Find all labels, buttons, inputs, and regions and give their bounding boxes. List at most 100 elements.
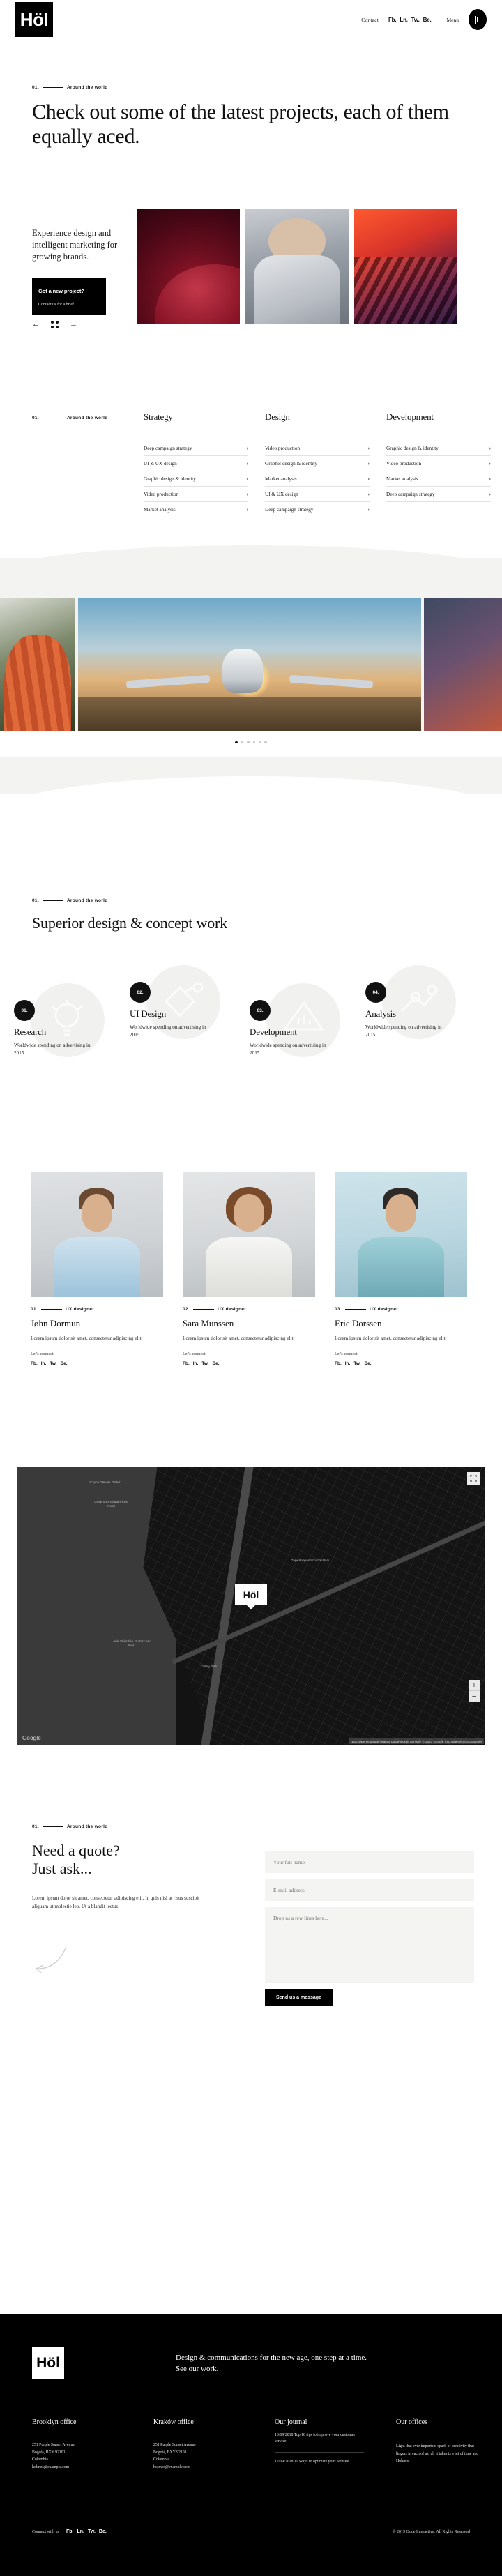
- team-member-connect-label: Let's connect: [335, 1351, 358, 1356]
- zoom-in-button[interactable]: +: [469, 1680, 480, 1691]
- social-be[interactable]: Be.: [364, 1361, 371, 1366]
- contact-form[interactable]: Send us a message: [265, 1851, 474, 2006]
- service-item[interactable]: UI & UX design ›: [144, 456, 248, 471]
- service-item[interactable]: Deep campaign strategy ›: [144, 441, 248, 456]
- social-tw[interactable]: Tw.: [411, 17, 420, 23]
- footer-office-krakow: Kraków office 251 Purple Sunset Avenue B…: [153, 2418, 243, 2471]
- pagination-dot[interactable]: [252, 741, 255, 744]
- social-fb[interactable]: Fb.: [66, 2529, 74, 2534]
- map-zoom-controls[interactable]: + −: [469, 1680, 480, 1702]
- service-item[interactable]: Video production ›: [265, 441, 370, 456]
- full-name-input[interactable]: [265, 1851, 474, 1873]
- quote-eyebrow-number: 01.: [32, 1824, 39, 1829]
- see-our-work-link[interactable]: See our work.: [176, 2365, 218, 2373]
- logo[interactable]: Höl: [15, 2, 53, 37]
- social-in[interactable]: In.: [41, 1361, 47, 1366]
- social-tw[interactable]: Tw.: [88, 2529, 96, 2534]
- team-member-meta: 03. UX designer Eric Dorssen Lorem ipsum…: [335, 1307, 467, 1366]
- service-item-label: Market analysis: [386, 476, 418, 482]
- service-column-strategy: Strategy Deep campaign strategy › UI & UX…: [144, 411, 248, 517]
- team-member-bio: Lorem ipsum dolor sit amet, consectetur …: [31, 1335, 143, 1341]
- service-item[interactable]: Market analysis ›: [386, 471, 491, 487]
- slider-caption-block: Experience design and intelligent market…: [32, 227, 137, 315]
- step-text: Worldwide spending on advertising in 201…: [365, 1024, 442, 1038]
- social-fb[interactable]: Fb.: [388, 17, 397, 23]
- service-item[interactable]: Graphic design & identity ›: [144, 471, 248, 487]
- footer-logo[interactable]: Höl: [32, 2347, 64, 2379]
- service-item[interactable]: Graphic design & identity ›: [265, 456, 370, 471]
- step-text: Worldwide spending on advertising in 201…: [14, 1043, 91, 1056]
- map-label: остров Пикник Пойнт: [89, 1480, 121, 1484]
- pagination-dot[interactable]: [235, 741, 238, 744]
- social-fb[interactable]: Fb.: [183, 1361, 190, 1366]
- pagination-dot[interactable]: [241, 741, 244, 744]
- slide-thumbnail[interactable]: [354, 209, 457, 324]
- zoom-out-button[interactable]: −: [469, 1691, 480, 1702]
- fullscreen-icon[interactable]: [467, 1472, 480, 1485]
- slider-slides: [137, 209, 457, 324]
- service-item[interactable]: Video production ›: [386, 456, 491, 471]
- message-textarea[interactable]: [265, 1907, 474, 1983]
- step-title: Development: [250, 1026, 297, 1037]
- arrow-right-icon[interactable]: →: [70, 321, 77, 328]
- service-item-label: Video production: [386, 460, 422, 467]
- new-project-button[interactable]: Got a new project? Contact us for a brie…: [32, 278, 106, 315]
- social-fb[interactable]: Fb.: [31, 1361, 38, 1366]
- social-tw[interactable]: Tw.: [50, 1361, 56, 1366]
- hamburger-icon[interactable]: [469, 9, 487, 30]
- concept-section: 01. Around the world Superior design & c…: [32, 898, 478, 932]
- social-ln[interactable]: Ln.: [77, 2529, 85, 2534]
- process-step: 03. Development Worldwide spending on ad…: [250, 983, 361, 1057]
- map-credits[interactable]: Быстрые клавиши | Картографические данны…: [349, 1738, 484, 1744]
- social-be[interactable]: Be.: [212, 1361, 219, 1366]
- footer-tagline-block: Design & communications for the new age,…: [176, 2352, 367, 2375]
- menu-label[interactable]: Menu: [447, 17, 459, 23]
- pagination-dot[interactable]: [247, 741, 250, 744]
- service-item[interactable]: Deep campaign strategy ›: [386, 487, 491, 502]
- quote-heading-line2: Just ask...: [32, 1860, 92, 1878]
- journal-item[interactable]: 10/09/2018 Top 10 tips to improve your c…: [275, 2426, 364, 2452]
- gallery-slide-right[interactable]: [424, 598, 502, 731]
- service-item-label: Graphic design & identity: [144, 476, 196, 482]
- social-in[interactable]: In.: [193, 1361, 199, 1366]
- service-item-label: UI & UX design: [265, 491, 298, 497]
- cta-title: Got a new project?: [38, 287, 84, 294]
- send-message-button[interactable]: Send us a message: [265, 1989, 333, 2006]
- social-fb[interactable]: Fb.: [335, 1361, 342, 1366]
- service-item[interactable]: Graphic design & identity ›: [386, 441, 491, 456]
- service-item-label: Graphic design & identity: [265, 460, 317, 467]
- social-be[interactable]: Be.: [423, 17, 432, 23]
- email-input[interactable]: [265, 1879, 474, 1901]
- service-item[interactable]: Market analysis ›: [144, 502, 248, 517]
- gallery-slide-left[interactable]: [0, 598, 75, 731]
- gallery-slide-main[interactable]: [78, 598, 421, 731]
- social-in[interactable]: In.: [345, 1361, 351, 1366]
- slide-thumbnail[interactable]: [245, 209, 349, 324]
- service-item-label: UI & UX design: [144, 460, 177, 467]
- header-contact-link[interactable]: Contact: [361, 17, 379, 23]
- team-member-socials: Fb. In. Tw. Be.: [335, 1361, 467, 1366]
- pagination-dot[interactable]: [264, 741, 267, 744]
- pagination-dot[interactable]: [258, 741, 261, 744]
- team-member-name: Eric Dorssen: [335, 1318, 382, 1328]
- social-ln[interactable]: Ln.: [400, 17, 408, 23]
- social-be[interactable]: Be.: [60, 1361, 67, 1366]
- service-item[interactable]: Video production ›: [144, 487, 248, 502]
- grid-icon[interactable]: [51, 321, 59, 328]
- team-member-eyebrow: 02. UX designer: [183, 1307, 315, 1312]
- journal-item[interactable]: 12/09/2018 11 Ways to optimize your webs…: [275, 2453, 364, 2471]
- arrow-left-icon[interactable]: ←: [32, 321, 40, 328]
- map-marker[interactable]: Höl: [235, 1584, 267, 1605]
- social-tw[interactable]: Tw.: [353, 1361, 360, 1366]
- social-be[interactable]: Be.: [99, 2529, 107, 2534]
- location-map[interactable]: остров Пикник Пойнт Governors Island Pic…: [17, 1467, 485, 1745]
- service-item-label: Video production: [144, 491, 179, 497]
- social-tw[interactable]: Tw.: [201, 1361, 208, 1366]
- service-item[interactable]: Market analysis ›: [265, 471, 370, 487]
- service-item[interactable]: Deep campaign strategy ›: [265, 502, 370, 517]
- slide-thumbnail[interactable]: [137, 209, 240, 324]
- footer-offices-note: Our offices Light that ever important sp…: [396, 2418, 485, 2471]
- plane-body: [222, 649, 263, 694]
- service-item[interactable]: UI & UX design ›: [265, 487, 370, 502]
- eyebrow-dash-icon: [344, 1309, 366, 1310]
